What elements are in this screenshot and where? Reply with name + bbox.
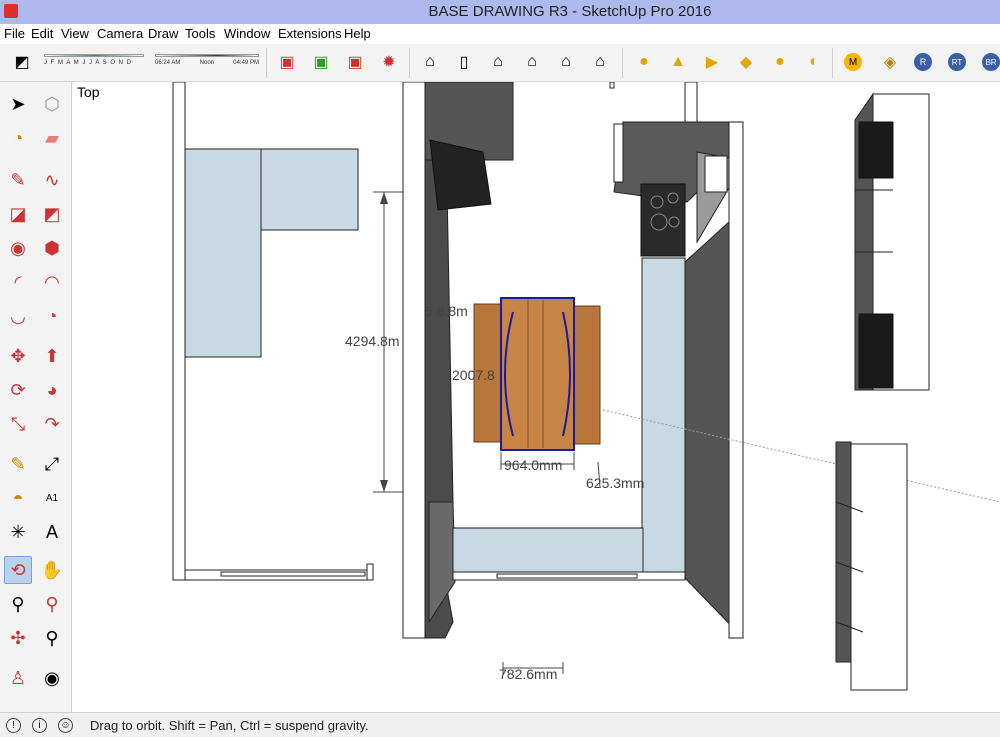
top-view-icon[interactable]: ▯ [452,50,476,74]
menu-extensions[interactable]: Extensions [278,26,342,41]
shadows-toggle-icon[interactable]: ◩ [10,50,34,74]
look-around-icon[interactable]: ◉ [38,664,66,692]
extension-r-icon[interactable]: R [914,53,932,71]
dimension-label[interactable]: 2007.8 [452,367,495,383]
push-pull-icon[interactable]: ⬆ [38,342,66,370]
shadow-time-slider[interactable]: 06:24 AM Noon 04:49 PM [155,54,259,74]
dimension-label[interactable]: 964.0mm [504,457,562,473]
axes-icon[interactable]: ✳ [4,518,32,546]
menu-tools[interactable]: Tools [185,26,215,41]
two-point-arc-icon[interactable]: ◠ [38,268,66,296]
select-icon[interactable]: ➤ [4,90,32,118]
tools-palette: ➤ ⬡ ◔ ▰ ✎ ∿ ◪ ◩ ◉ ⬢ ◜ ◠ ◡ ◔ ✥ ⬆ ⟳ ◕ ⤡ ↷ … [0,82,72,712]
menu-camera[interactable]: Camera [97,26,143,41]
line-icon[interactable]: ✎ [4,166,32,194]
time-end: 04:49 PM [233,60,259,66]
shadow-month-slider[interactable]: J F M A M J J A S O N D [44,54,144,74]
paint-bucket-icon[interactable]: ◔ [4,124,32,152]
extension-m-icon[interactable]: M [844,53,862,71]
viewport[interactable]: Top 4294.8m 5 8.8m 2007.8 964.0mm 625.3m… [73,82,1000,712]
offset-icon[interactable]: ↷ [38,410,66,438]
menu-edit[interactable]: Edit [31,26,53,41]
dimension-icon[interactable]: ⤢ [38,450,66,478]
status-bar: ! i ☺ Drag to orbit. Shift = Pan, Ctrl =… [0,712,1000,737]
style-textured-icon[interactable]: ◐ [802,50,826,74]
3d-text-icon[interactable]: A [38,518,66,546]
status-message: Drag to orbit. Shift = Pan, Ctrl = suspe… [90,718,369,733]
menu-window[interactable]: Window [224,26,270,41]
zoom-extents-icon[interactable]: ✣ [4,624,32,652]
style-shaded-icon[interactable]: ● [768,50,792,74]
style-wireframe-icon[interactable]: ▶ [700,50,724,74]
geolocation-icon[interactable]: ! [6,718,21,733]
left-view-icon[interactable]: ⌂ [588,50,612,74]
scale-icon[interactable]: ⤡ [4,410,32,438]
move-icon[interactable]: ✥ [4,342,32,370]
zoom-icon[interactable]: ⚲ [4,590,32,618]
right-cabinet-bottom [835,441,908,691]
extension-rt-icon[interactable]: RT [948,53,966,71]
rotate-icon[interactable]: ⟳ [4,376,32,404]
previous-view-icon[interactable]: ⚲ [38,624,66,652]
rotated-rectangle-icon[interactable]: ◩ [38,200,66,228]
menu-draw[interactable]: Draw [148,26,178,41]
window-title: BASE DRAWING R3 - SketchUp Pro 2016 [428,3,712,20]
dimension-label[interactable]: 782.6mm [499,666,557,682]
position-camera-icon[interactable]: ♙ [4,664,32,692]
month-labels: J F M A M J J A S O N D [44,60,133,66]
menu-help[interactable]: Help [344,26,371,41]
info-icon[interactable]: i [32,718,47,733]
toolbar: ◩ J F M A M J J A S O N D 06:24 AM Noon … [0,44,1000,82]
polygon-icon[interactable]: ⬢ [38,234,66,262]
share-component-icon[interactable]: ▣ [343,50,367,74]
follow-me-icon[interactable]: ◕ [38,376,66,404]
style-hidden-icon[interactable]: ◆ [734,50,758,74]
dimension-label[interactable]: 5 8.8m [425,303,468,319]
extension-tag-icon[interactable]: ◈ [878,50,902,74]
iso-view-icon[interactable]: ⌂ [418,50,442,74]
right-cabinet-top [854,92,930,391]
menu-file[interactable]: File [4,26,25,41]
right-view-icon[interactable]: ⌂ [520,50,544,74]
dimension-label[interactable]: 4294.8m [345,333,399,349]
rectangle-icon[interactable]: ◪ [4,200,32,228]
share-model-icon[interactable]: ▣ [309,50,333,74]
dimension-label[interactable]: 625.3mm [586,475,644,491]
orbit-icon[interactable]: ⟲ [4,556,32,584]
back-view-icon[interactable]: ⌂ [554,50,578,74]
extension-warehouse-icon[interactable]: ✹ [377,50,401,74]
text-icon[interactable]: A1 [38,484,66,512]
left-room [172,82,374,581]
make-component-icon[interactable]: ⬡ [38,90,66,118]
menu-bar: File Edit View Camera Draw Tools Window … [0,24,1000,44]
model-drawing [172,82,1000,691]
arc-icon[interactable]: ◜ [4,268,32,296]
protractor-icon[interactable]: ◓ [4,484,32,512]
time-mid: Noon [199,60,214,66]
zoom-window-icon[interactable]: ⚲ [38,590,66,618]
extension-br-icon[interactable]: BR [982,53,1000,71]
eraser-icon[interactable]: ▰ [38,124,66,152]
pie-icon[interactable]: ◔ [38,302,66,330]
three-point-arc-icon[interactable]: ◡ [4,302,32,330]
menu-view[interactable]: View [61,26,89,41]
style-xray-icon[interactable]: ● [632,50,656,74]
front-view-icon[interactable]: ⌂ [486,50,510,74]
time-start: 06:24 AM [155,60,181,66]
style-backedge-icon[interactable]: ▲ [666,50,690,74]
pan-icon[interactable]: ✋ [38,556,66,584]
user-icon[interactable]: ☺ [58,718,73,733]
warehouse-icon[interactable]: ▣ [275,50,299,74]
freehand-icon[interactable]: ∿ [38,166,66,194]
tape-measure-icon[interactable]: ✎ [4,450,32,478]
circle-icon[interactable]: ◉ [4,234,32,262]
title-bar: BASE DRAWING R3 - SketchUp Pro 2016 [0,0,1000,24]
